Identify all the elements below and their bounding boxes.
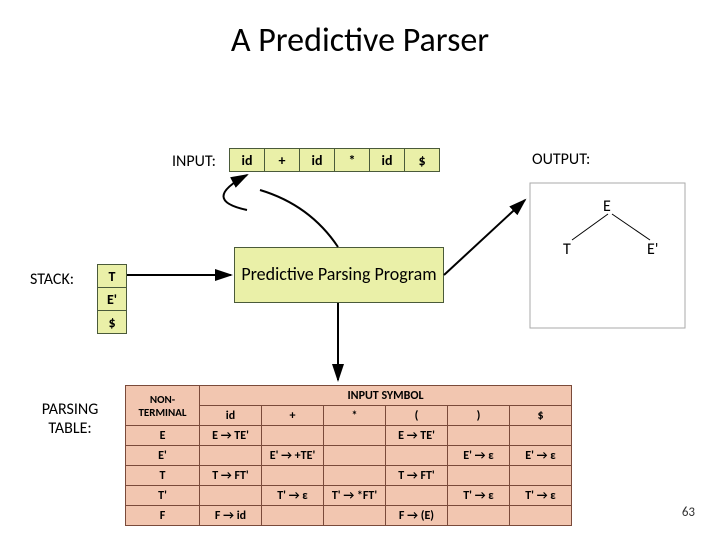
ptcell: F → (E) (386, 506, 448, 526)
predictive-parsing-box: Predictive Parsing Program (234, 247, 444, 303)
ptcell: T → FT' (200, 466, 262, 486)
ptcell (510, 466, 572, 486)
ptcell (448, 506, 510, 526)
ptcell (200, 446, 262, 466)
th-col: ( (386, 406, 448, 426)
input-label: INPUT: (172, 152, 216, 171)
ptcell: E → TE' (200, 426, 262, 446)
row-nt: T' (126, 486, 200, 506)
ptcell (324, 426, 386, 446)
slide-title: A Predictive Parser (0, 0, 720, 61)
th-nonterminal: NON-TERMINAL (126, 386, 200, 426)
ptcell (510, 426, 572, 446)
row-nt: F (126, 506, 200, 526)
ptcell (262, 426, 324, 446)
th-col: $ (510, 406, 572, 426)
ptcell: T' → ε (448, 486, 510, 506)
tape-cell: id (229, 148, 265, 172)
th-col: + (262, 406, 324, 426)
ptcell (324, 506, 386, 526)
th-col: * (324, 406, 386, 426)
stack-cell: T (97, 264, 127, 288)
th-col: ) (448, 406, 510, 426)
ptcell (448, 426, 510, 446)
ptcell (386, 486, 448, 506)
tape-cell: id (299, 148, 335, 172)
stack-cell: $ (97, 310, 127, 334)
row-nt: E (126, 426, 200, 446)
ptcell: T → FT' (386, 466, 448, 486)
tape-cell: + (264, 148, 300, 172)
row-nt: E' (126, 446, 200, 466)
ptcell (262, 506, 324, 526)
ptcell: T' → *FT' (324, 486, 386, 506)
ptcell: E' → ε (510, 446, 572, 466)
tape-cell: * (334, 148, 370, 172)
ptcell (324, 466, 386, 486)
parsing-table: NON-TERMINAL INPUT SYMBOL id + * ( ) $ E… (125, 385, 572, 526)
stack-label: STACK: (30, 270, 74, 289)
ptcell (200, 486, 262, 506)
tree-node-left: T (563, 240, 571, 259)
row-nt: T (126, 466, 200, 486)
ptcell (324, 446, 386, 466)
tree-node-root: E (603, 197, 611, 216)
tree-node-right: E' (647, 240, 658, 259)
ptcell: E → TE' (386, 426, 448, 446)
ptcell: F → id (200, 506, 262, 526)
output-label: OUTPUT: (532, 150, 590, 169)
th-col: id (200, 406, 262, 426)
tape-cell: id (369, 148, 405, 172)
stack-cell: E' (97, 287, 127, 311)
stack: T E' $ (97, 264, 127, 334)
ptcell: E' → +TE' (262, 446, 324, 466)
ptcell: T' → ε (510, 486, 572, 506)
ptcell (448, 466, 510, 486)
th-input-symbol: INPUT SYMBOL (200, 386, 572, 406)
page-number: 63 (682, 505, 695, 520)
ptcell (386, 446, 448, 466)
ptcell (510, 506, 572, 526)
ptcell: T' → ε (262, 486, 324, 506)
ptcell: E' → ε (448, 446, 510, 466)
parsing-table-label: PARSING TABLE: (30, 400, 110, 438)
input-tape: id + id * id $ (229, 148, 440, 172)
tape-cell: $ (404, 148, 440, 172)
ptcell (262, 466, 324, 486)
